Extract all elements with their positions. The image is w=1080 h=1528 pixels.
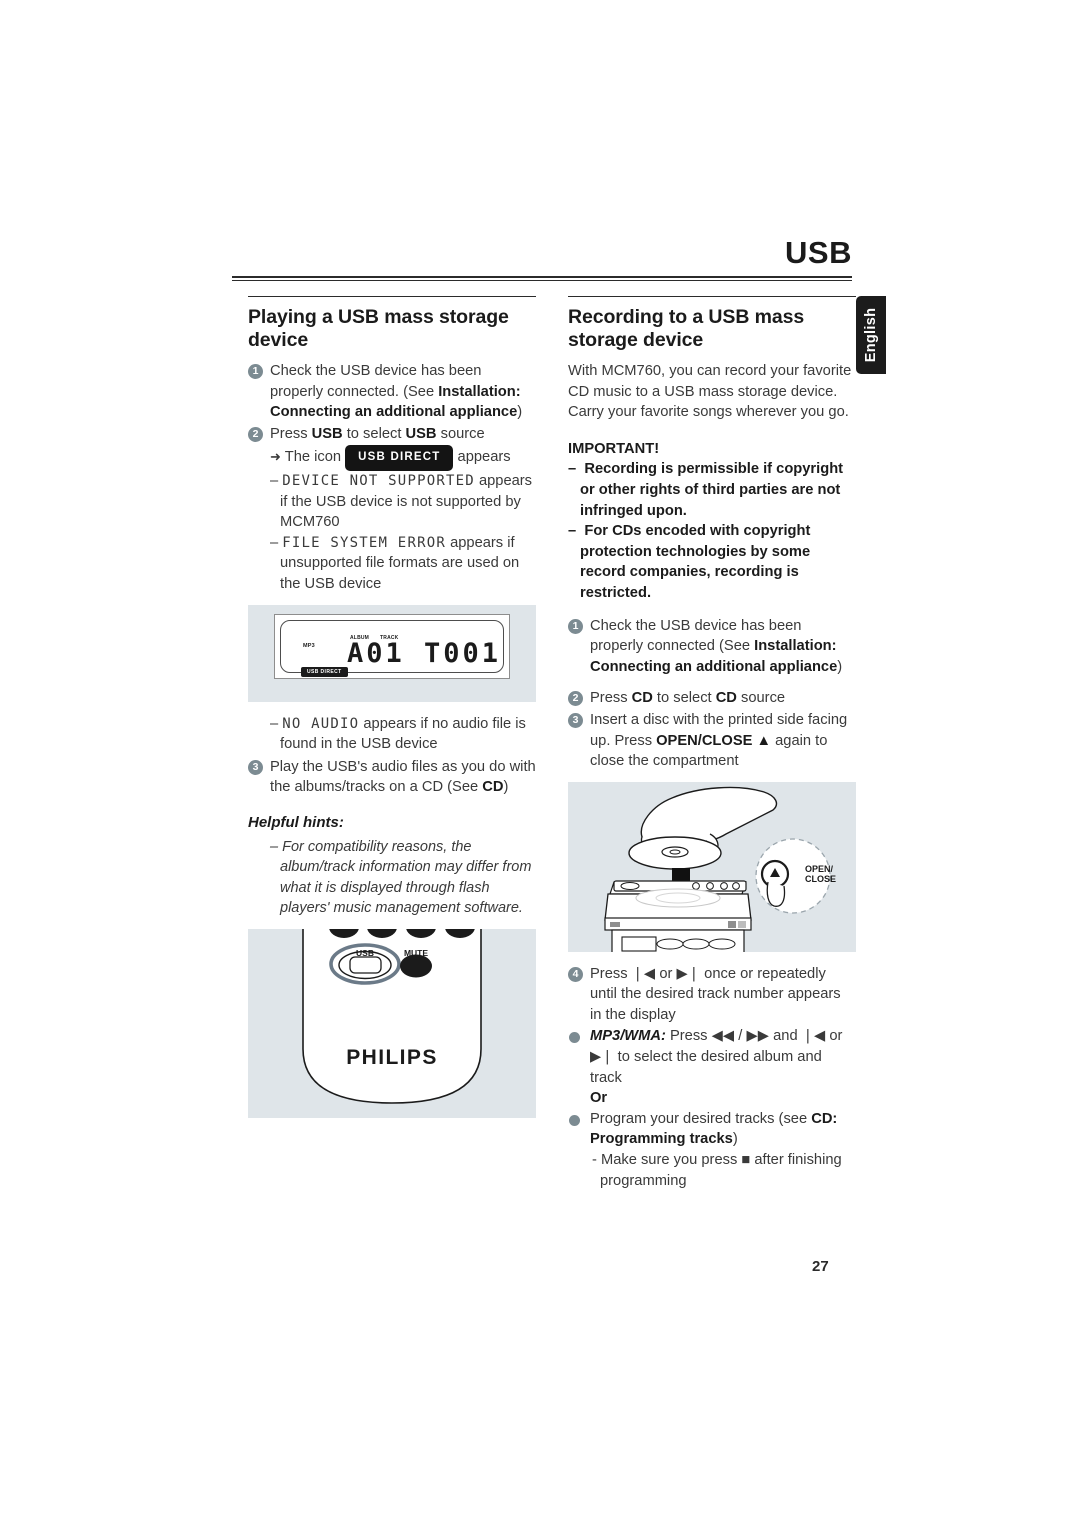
display-code-no-audio: NO AUDIO <box>282 715 360 732</box>
left-step-3-text: Play the USB's audio files as you do wit… <box>270 758 536 796</box>
important-item-1-text: Recording is permissible if copyright or… <box>580 461 844 519</box>
dash-marker: – <box>568 523 585 540</box>
right-step-2: 2 Press CD to select CD source <box>568 688 856 709</box>
right-step-4-text: Press ❘◀ or ▶❘ once or repeatedly until … <box>590 965 841 1023</box>
left-step-1-text: Check the USB device has been properly c… <box>270 363 523 421</box>
right-step-1-text: Check the USB device has been properly c… <box>590 617 843 675</box>
callout-label-line1: OPEN/ <box>805 864 834 874</box>
left-error-device-line: – DEVICE NOT SUPPORTED appears if the US… <box>248 471 536 533</box>
left-section-divider <box>248 296 536 297</box>
step-number-badge: 2 <box>248 426 263 442</box>
dash-marker: – <box>270 472 279 489</box>
bullet-mp3wma: MP3/WMA: Press ◀◀ / ▶▶ and ❘◀ or ▶❘ to s… <box>568 1026 856 1088</box>
usb-direct-badge: USB DIRECT <box>345 445 454 471</box>
left-error-filesystem-line: – FILE SYSTEM ERROR appears if unsupport… <box>248 533 536 595</box>
bullet-program-tracks: Program your desired tracks (see CD: Pro… <box>568 1109 856 1150</box>
icon-line-prefix: The icon <box>284 449 342 466</box>
bullet-program-text: Program your desired tracks (see CD: Pro… <box>590 1110 838 1148</box>
step-number-badge: 3 <box>568 712 583 728</box>
dash-marker: – <box>270 534 279 551</box>
right-step-3-text: Insert a disc with the printed side faci… <box>590 711 848 770</box>
helpful-hint-item: – For compatibility reasons, the album/t… <box>248 837 536 919</box>
lcd-display-figure: MP3 ALBUM TRACK A01 T001 USB DIRECT <box>248 604 536 702</box>
left-no-audio-line: – NO AUDIO appears if no audio file is f… <box>248 714 536 755</box>
right-column: Recording to a USB mass storage device W… <box>568 296 856 1191</box>
language-tab: English <box>856 296 886 374</box>
callout-label-line2: CLOSE <box>805 874 836 884</box>
step-number-badge: 3 <box>248 759 263 775</box>
remote-control-figure: USB MUTE PHILIPS <box>248 913 536 1118</box>
left-column: Playing a USB mass storage device 1 Chec… <box>248 296 536 1130</box>
dash-marker: – <box>270 715 279 732</box>
page-number: 27 <box>812 1258 829 1275</box>
lcd-main-readout: A01 T001 <box>347 637 502 669</box>
icon-line-suffix: appears <box>457 449 511 466</box>
left-icon-appears-line: ➜ The icon USB DIRECT appears <box>248 445 536 471</box>
important-title: IMPORTANT! <box>568 440 660 457</box>
important-item-1: – Recording is permissible if copyright … <box>568 459 856 521</box>
left-step-1: 1 Check the USB device has been properly… <box>248 361 536 423</box>
right-step-3: 3 Insert a disc with the printed side fa… <box>568 710 856 772</box>
philips-logo: PHILIPS <box>346 1046 437 1069</box>
display-code-device-not-supported: DEVICE NOT SUPPORTED <box>282 472 475 489</box>
helpful-hint-text: For compatibility reasons, the album/tra… <box>280 838 532 917</box>
manual-page: USB English Playing a USB mass storage d… <box>0 0 1080 1528</box>
step-number-badge: 4 <box>568 966 583 982</box>
right-section-title: Recording to a USB mass storage device <box>568 306 805 351</box>
dash-marker: – <box>270 838 279 855</box>
left-step-2-text: Press USB to select USB source <box>270 425 485 442</box>
cd-insert-figure: OPEN/ CLOSE <box>568 781 856 955</box>
right-step-2-text: Press CD to select CD source <box>590 690 786 707</box>
lcd-screen: MP3 ALBUM TRACK A01 T001 USB DIRECT <box>280 619 504 677</box>
or-label: Or <box>590 1090 608 1107</box>
program-note: - Make sure you press ■ after finishing … <box>592 1152 842 1189</box>
arrow-right-icon: ➜ <box>270 449 281 465</box>
pressing-finger <box>766 881 786 907</box>
language-tab-label: English <box>863 307 879 363</box>
page-header: USB <box>232 236 852 281</box>
left-step-3: 3 Play the USB's audio files as you do w… <box>248 757 536 798</box>
bullet-dot-icon <box>569 1032 580 1044</box>
right-step-1: 1 Check the USB device has been properly… <box>568 616 856 678</box>
hand-shape <box>640 786 778 843</box>
remote-control-illustration: USB MUTE PHILIPS <box>302 913 482 1104</box>
step-number-badge: 2 <box>568 691 583 707</box>
right-intro-paragraph: With MCM760, you can record your favorit… <box>568 363 852 421</box>
cd-insert-illustration: OPEN/ CLOSE <box>604 786 836 955</box>
important-item-2-text: For CDs encoded with copyright protectio… <box>580 523 811 601</box>
lcd-mp3-indicator: MP3 <box>303 642 315 649</box>
bullet-mp3wma-label: MP3/WMA: <box>590 1028 666 1045</box>
right-section-divider <box>568 296 856 297</box>
important-item-2: – For CDs encoded with copyright protect… <box>568 521 856 603</box>
left-step-2: 2 Press USB to select USB source <box>248 424 536 445</box>
lcd-usb-direct-indicator: USB DIRECT <box>301 666 348 677</box>
display-code-file-system-error: FILE SYSTEM ERROR <box>282 534 446 551</box>
left-section-title: Playing a USB mass storage device <box>248 306 509 351</box>
header-divider <box>232 276 852 281</box>
remote-usb-button-label: USB <box>356 948 374 958</box>
bullet-dot-icon <box>569 1114 580 1126</box>
remote-mute-button-label: MUTE <box>404 948 428 958</box>
step-number-badge: 1 <box>248 364 263 379</box>
step-number-badge: 1 <box>568 618 583 634</box>
right-step-4: 4 Press ❘◀ or ▶❘ once or repeatedly unti… <box>568 964 856 1026</box>
page-title: USB <box>785 235 852 270</box>
dash-marker: – <box>568 461 585 478</box>
bullet-mp3wma-text: MP3/WMA: Press ◀◀ / ▶▶ and ❘◀ or ▶❘ to s… <box>590 1026 856 1088</box>
helpful-hints-title: Helpful hints: <box>248 813 344 831</box>
lcd-outer-frame: MP3 ALBUM TRACK A01 T001 USB DIRECT <box>274 613 510 679</box>
